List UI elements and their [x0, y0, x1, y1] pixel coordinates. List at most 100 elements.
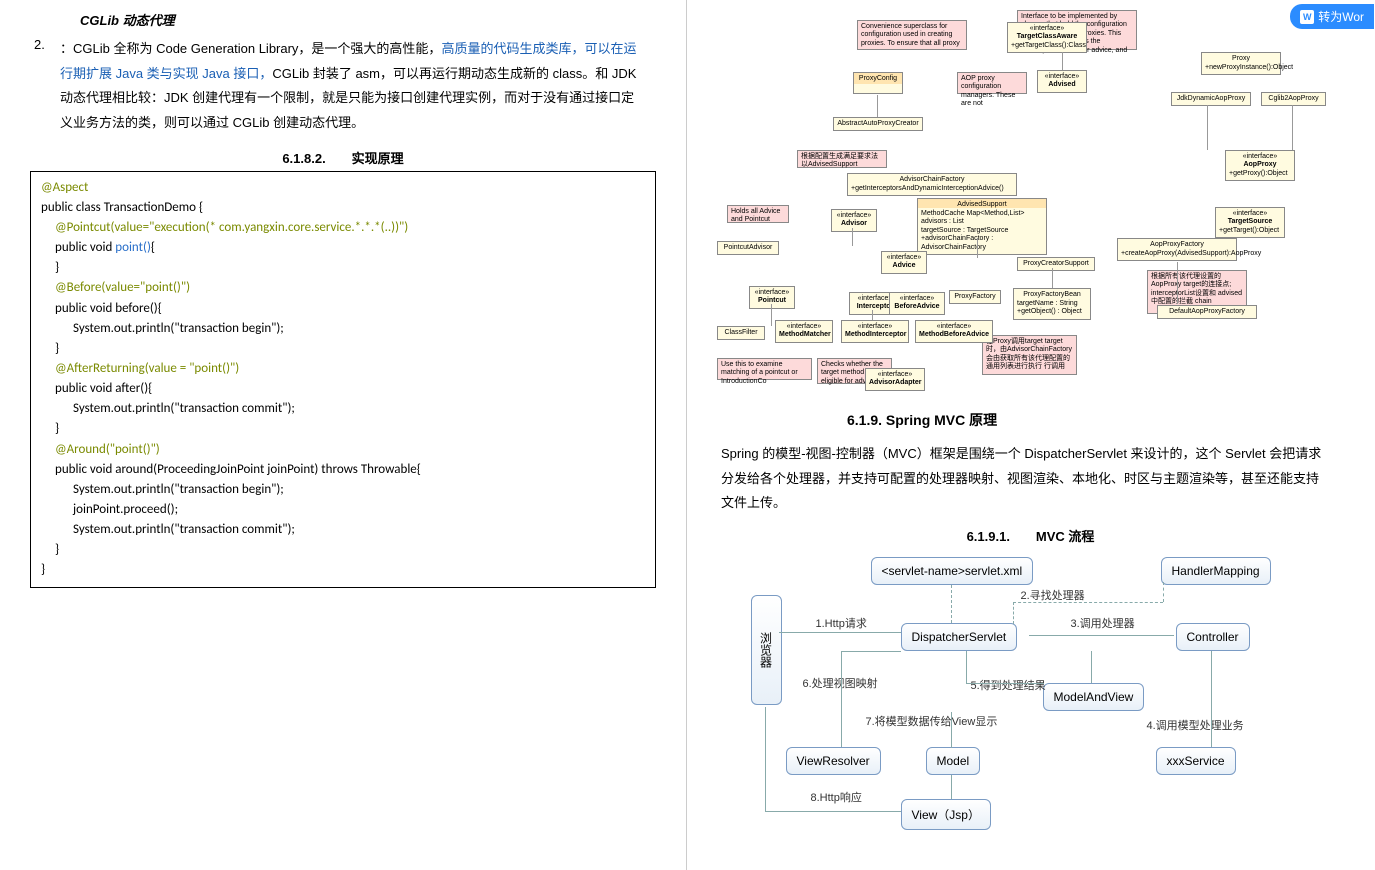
code-block: @Aspect public class TransactionDemo { @…: [30, 171, 656, 588]
code-line: }: [41, 540, 645, 560]
mvc-connector: [1211, 651, 1212, 747]
list-number: 2.: [30, 37, 60, 136]
mvc-step: 8.Http响应: [811, 789, 862, 805]
page-left: CGLib 动态代理 2. ：CGLib 全称为 Code Generation…: [0, 0, 687, 870]
mvc-connector: [841, 651, 842, 747]
heading-6191: 6.1.9.1. MVC 流程: [717, 526, 1344, 545]
code-line: }: [41, 560, 645, 580]
uml-class: ClassFilter: [717, 326, 765, 340]
mvc-connector: [966, 683, 1044, 684]
uml-class: «interface»AdvisorAdapter: [865, 368, 925, 391]
uml-class: ProxyFactory: [949, 290, 1001, 304]
uml-class: «interface»Pointcut: [749, 286, 795, 309]
mvc-connector: [966, 651, 967, 683]
mvc-node-browser: 浏览器: [751, 595, 782, 705]
mvc-step: 1.Http请求: [816, 615, 867, 631]
uml-class: «interface»Advisor: [831, 209, 877, 232]
mvc-node-dispatcher: DispatcherServlet: [901, 623, 1018, 651]
uml-note: 在Proxy调用target target时，由AdvisorChainFact…: [982, 335, 1077, 375]
uml-connector: [872, 310, 873, 320]
uml-class: ProxyCreatorSupport: [1017, 257, 1095, 271]
uml-class: «interface»MethodMatcher: [775, 320, 833, 343]
code-line: @Aspect: [41, 178, 645, 198]
mvc-node-view: View（Jsp）: [901, 799, 991, 830]
heading-cglib: CGLib 动态代理: [80, 10, 656, 29]
heading-6182: 6.1.8.2. 实现原理: [30, 148, 656, 167]
uml-connector: [1177, 262, 1178, 304]
mvc-node-handler-mapping: HandlerMapping: [1161, 557, 1271, 585]
mvc-node-servlet-xml: <servlet-name>servlet.xml: [871, 557, 1034, 585]
uml-connector: [852, 228, 853, 246]
mvc-node-model-and-view: ModelAndView: [1043, 683, 1145, 711]
uml-note: Holds all Advice and Pointcut: [727, 205, 789, 223]
uml-class: AbstractAutoProxyCreator: [833, 117, 923, 131]
code-line: System.out.println("transaction commit")…: [41, 399, 645, 419]
mvc-step: 4.调用模型处理业务: [1147, 717, 1244, 733]
mvc-connector: [765, 811, 901, 812]
uml-class: «interface»Advice: [881, 251, 927, 274]
mvc-node-xxx-service: xxxService: [1156, 747, 1236, 775]
uml-connector: [1292, 105, 1293, 150]
mvc-node-controller: Controller: [1176, 623, 1250, 651]
mvc-connector: [1091, 651, 1092, 683]
code-line: @AfterReturning(value = "point()"): [41, 359, 645, 379]
code-line: System.out.println("transaction commit")…: [41, 520, 645, 540]
uml-connector: [771, 304, 772, 326]
mvc-node-view-resolver: ViewResolver: [786, 747, 881, 775]
uml-connector: [977, 238, 978, 258]
uml-class: PointcutAdvisor: [717, 241, 779, 255]
heading-619: 6.1.9. Spring MVC 原理: [847, 410, 1344, 430]
uml-connector: [1052, 268, 1053, 288]
code-line: @Pointcut(value="execution(* com.yangxin…: [41, 218, 645, 238]
mvc-node-model: Model: [926, 747, 981, 775]
code-line: public void before(){: [41, 299, 645, 319]
mvc-connector: [1029, 635, 1174, 636]
code-line: public void after(){: [41, 379, 645, 399]
code-line: joinPoint.proceed();: [41, 500, 645, 520]
uml-note: Use this to examine matching of a pointc…: [717, 358, 812, 380]
uml-class-body: +getInterceptorsAndDynamicInterceptionAd…: [847, 183, 1017, 196]
code-line: public void point(){: [41, 238, 645, 258]
uml-class: Cglib2AopProxy: [1261, 92, 1326, 106]
uml-class-body: +getTarget():Object: [1215, 225, 1285, 238]
mvc-diagram: <servlet-name>servlet.xml HandlerMapping…: [751, 557, 1311, 837]
uml-note: 根据配置生成满足要求法 以AdvisedSupport: [797, 150, 887, 168]
mvc-connector: [765, 707, 766, 811]
uml-class-body: targetName : String +getObject() : Objec…: [1013, 298, 1091, 320]
page-right: W 转为Wor Convenience superclass for confi…: [687, 0, 1374, 870]
uml-note: Convenience superclass for configuration…: [857, 20, 967, 50]
mvc-connector: [1013, 602, 1014, 624]
paragraph-2: 2. ：CGLib 全称为 Code Generation Library，是一…: [30, 37, 656, 136]
mvc-step: 3.调用处理器: [1071, 615, 1135, 631]
uml-note: AOP proxy configuration managers. These …: [957, 72, 1027, 94]
paragraph-619: Spring 的模型-视图-控制器（MVC）框架是围绕一个 Dispatcher…: [721, 442, 1324, 516]
uml-class: «interface»Advised: [1037, 70, 1087, 93]
mvc-connector: [1013, 602, 1163, 603]
mvc-connector: [951, 712, 952, 748]
code-line: @Around("point()"): [41, 440, 645, 460]
uml-class: DefaultAopProxyFactory: [1157, 305, 1257, 319]
mvc-connector: [1163, 582, 1164, 602]
uml-class: «interface»MethodInterceptor: [841, 320, 909, 343]
code-line: System.out.println("transaction begin");: [41, 480, 645, 500]
paragraph-text: ：CGLib 全称为 Code Generation Library，是一个强大…: [60, 37, 656, 136]
mvc-connector: [841, 651, 901, 652]
uml-diagram: Convenience superclass for configuration…: [717, 10, 1344, 400]
uml-class-body: +newProxyInstance():Object: [1201, 62, 1281, 75]
uml-connector: [877, 95, 878, 117]
code-line: @Before(value="point()"): [41, 278, 645, 298]
uml-class: «interface»MethodBeforeAdvice: [915, 320, 993, 343]
mvc-step: 7.将模型数据传给View显示: [866, 713, 998, 729]
code-line: System.out.println("transaction begin");: [41, 319, 645, 339]
uml-class-body: +createAopProxy(AdvisedSupport):AopProxy: [1117, 248, 1237, 261]
code-line: }: [41, 339, 645, 359]
uml-connector: [1207, 105, 1208, 150]
uml-class-body: [853, 84, 903, 94]
mvc-connector: [779, 632, 901, 633]
mvc-connector: [951, 585, 952, 623]
code-line: public void around(ProceedingJoinPoint j…: [41, 460, 645, 480]
code-line: }: [41, 258, 645, 278]
mvc-connector: [951, 775, 952, 799]
uml-class: JdkDynamicAopProxy: [1171, 92, 1251, 106]
uml-class: «interface»BeforeAdvice: [889, 292, 945, 315]
